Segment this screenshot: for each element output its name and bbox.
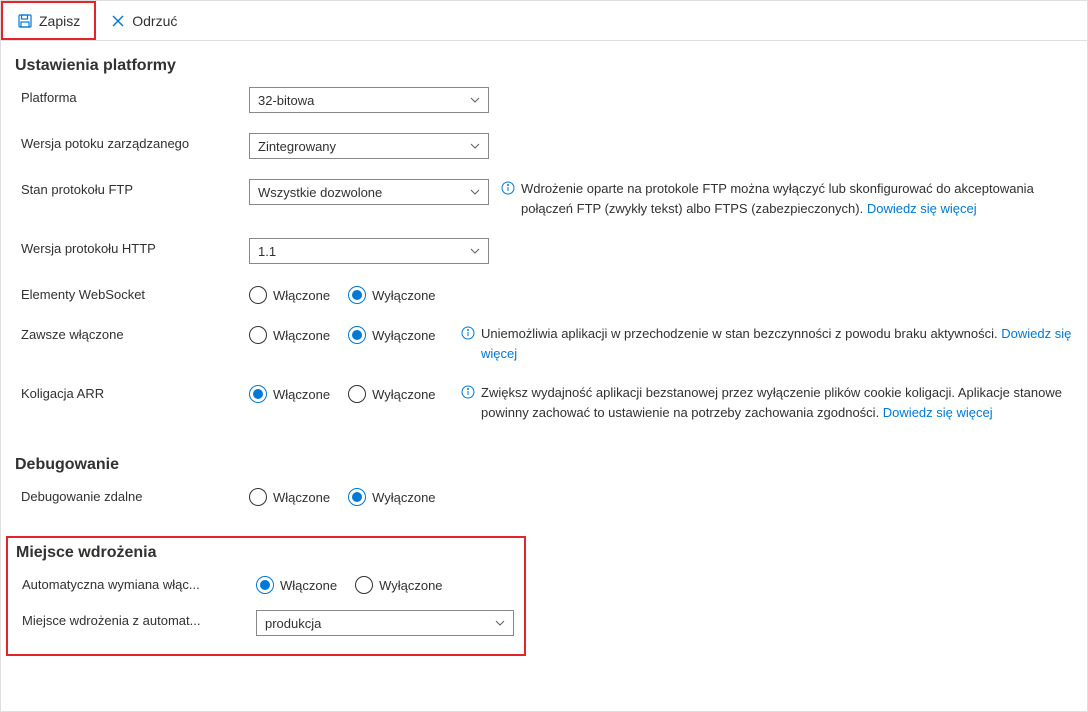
label-always-on: Zawsze włączone	[15, 324, 249, 342]
radio-arr-off[interactable]: Wyłączone	[348, 385, 435, 403]
label-arr-affinity: Koligacja ARR	[15, 383, 249, 401]
radio-label-on: Włączone	[273, 387, 330, 402]
radio-group-auto-swap: Włączone Wyłączone	[256, 574, 496, 594]
radio-label-off: Wyłączone	[372, 490, 435, 505]
deployment-slot-section: Miejsce wdrożenia Automatyczna wymiana w…	[6, 536, 526, 656]
desc-ftp: Wdrożenie oparte na protokole FTP można …	[521, 179, 1073, 218]
info-icon	[461, 385, 475, 399]
toolbar: Zapisz Odrzuć	[1, 1, 1087, 41]
info-icon	[501, 181, 515, 195]
save-icon	[17, 13, 33, 29]
section-title-debugging: Debugowanie	[15, 456, 1073, 474]
chevron-down-icon	[470, 187, 480, 197]
select-platform[interactable]: 32-bitowa	[249, 87, 489, 113]
radio-arr-on[interactable]: Włączone	[249, 385, 330, 403]
select-auto-swap-slot-value: produkcja	[265, 616, 321, 631]
save-button[interactable]: Zapisz	[1, 1, 96, 40]
select-platform-value: 32-bitowa	[258, 93, 314, 108]
label-platform: Platforma	[15, 87, 249, 105]
radio-auto-swap-off[interactable]: Wyłączone	[355, 576, 442, 594]
label-remote-debugging: Debugowanie zdalne	[15, 486, 249, 504]
section-title-platform: Ustawienia platformy	[15, 57, 1073, 75]
desc-always-on-text: Uniemożliwia aplikacji w przechodzenie w…	[481, 326, 1001, 341]
chevron-down-icon	[495, 618, 505, 628]
label-pipeline: Wersja potoku zarządzanego	[15, 133, 249, 151]
link-arr-learn-more[interactable]: Dowiedz się więcej	[883, 405, 993, 420]
radio-label-on: Włączone	[273, 328, 330, 343]
label-auto-swap: Automatyczna wymiana włąc...	[8, 574, 256, 592]
label-http-version: Wersja protokołu HTTP	[15, 238, 249, 256]
radio-group-websockets: Włączone Wyłączone	[249, 284, 489, 304]
radio-label-on: Włączone	[273, 490, 330, 505]
radio-always-on-on[interactable]: Włączone	[249, 326, 330, 344]
radio-websockets-on[interactable]: Włączone	[249, 286, 330, 304]
select-ftp-state-value: Wszystkie dozwolone	[258, 185, 382, 200]
section-title-deployment: Miejsce wdrożenia	[16, 544, 524, 562]
label-websockets: Elementy WebSocket	[15, 284, 249, 302]
radio-group-arr: Włączone Wyłączone	[249, 383, 449, 403]
desc-always-on: Uniemożliwia aplikacji w przechodzenie w…	[481, 324, 1073, 363]
chevron-down-icon	[470, 95, 480, 105]
select-pipeline-value: Zintegrowany	[258, 139, 336, 154]
select-auto-swap-slot[interactable]: produkcja	[256, 610, 514, 636]
radio-label-off: Wyłączone	[372, 288, 435, 303]
label-auto-swap-slot: Miejsce wdrożenia z automat...	[8, 610, 256, 628]
radio-group-remote-debug: Włączone Wyłączone	[249, 486, 489, 506]
discard-button-label: Odrzuć	[132, 13, 177, 29]
radio-websockets-off[interactable]: Wyłączone	[348, 286, 435, 304]
desc-arr: Zwiększ wydajność aplikacji bezstanowej …	[481, 383, 1073, 422]
select-ftp-state[interactable]: Wszystkie dozwolone	[249, 179, 489, 205]
radio-group-always-on: Włączone Wyłączone	[249, 324, 449, 344]
chevron-down-icon	[470, 141, 480, 151]
select-http-version[interactable]: 1.1	[249, 238, 489, 264]
radio-label-off: Wyłączone	[372, 328, 435, 343]
radio-label-on: Włączone	[280, 578, 337, 593]
radio-remote-debug-off[interactable]: Wyłączone	[348, 488, 435, 506]
discard-button[interactable]: Odrzuć	[96, 1, 191, 40]
select-http-version-value: 1.1	[258, 244, 276, 259]
radio-label-on: Włączone	[273, 288, 330, 303]
save-button-label: Zapisz	[39, 13, 80, 29]
chevron-down-icon	[470, 246, 480, 256]
radio-label-off: Wyłączone	[372, 387, 435, 402]
discard-icon	[110, 13, 126, 29]
info-icon	[461, 326, 475, 340]
label-ftp-state: Stan protokołu FTP	[15, 179, 249, 197]
radio-always-on-off[interactable]: Wyłączone	[348, 326, 435, 344]
link-ftp-learn-more[interactable]: Dowiedz się więcej	[867, 201, 977, 216]
radio-auto-swap-on[interactable]: Włączone	[256, 576, 337, 594]
radio-remote-debug-on[interactable]: Włączone	[249, 488, 330, 506]
radio-label-off: Wyłączone	[379, 578, 442, 593]
select-pipeline[interactable]: Zintegrowany	[249, 133, 489, 159]
